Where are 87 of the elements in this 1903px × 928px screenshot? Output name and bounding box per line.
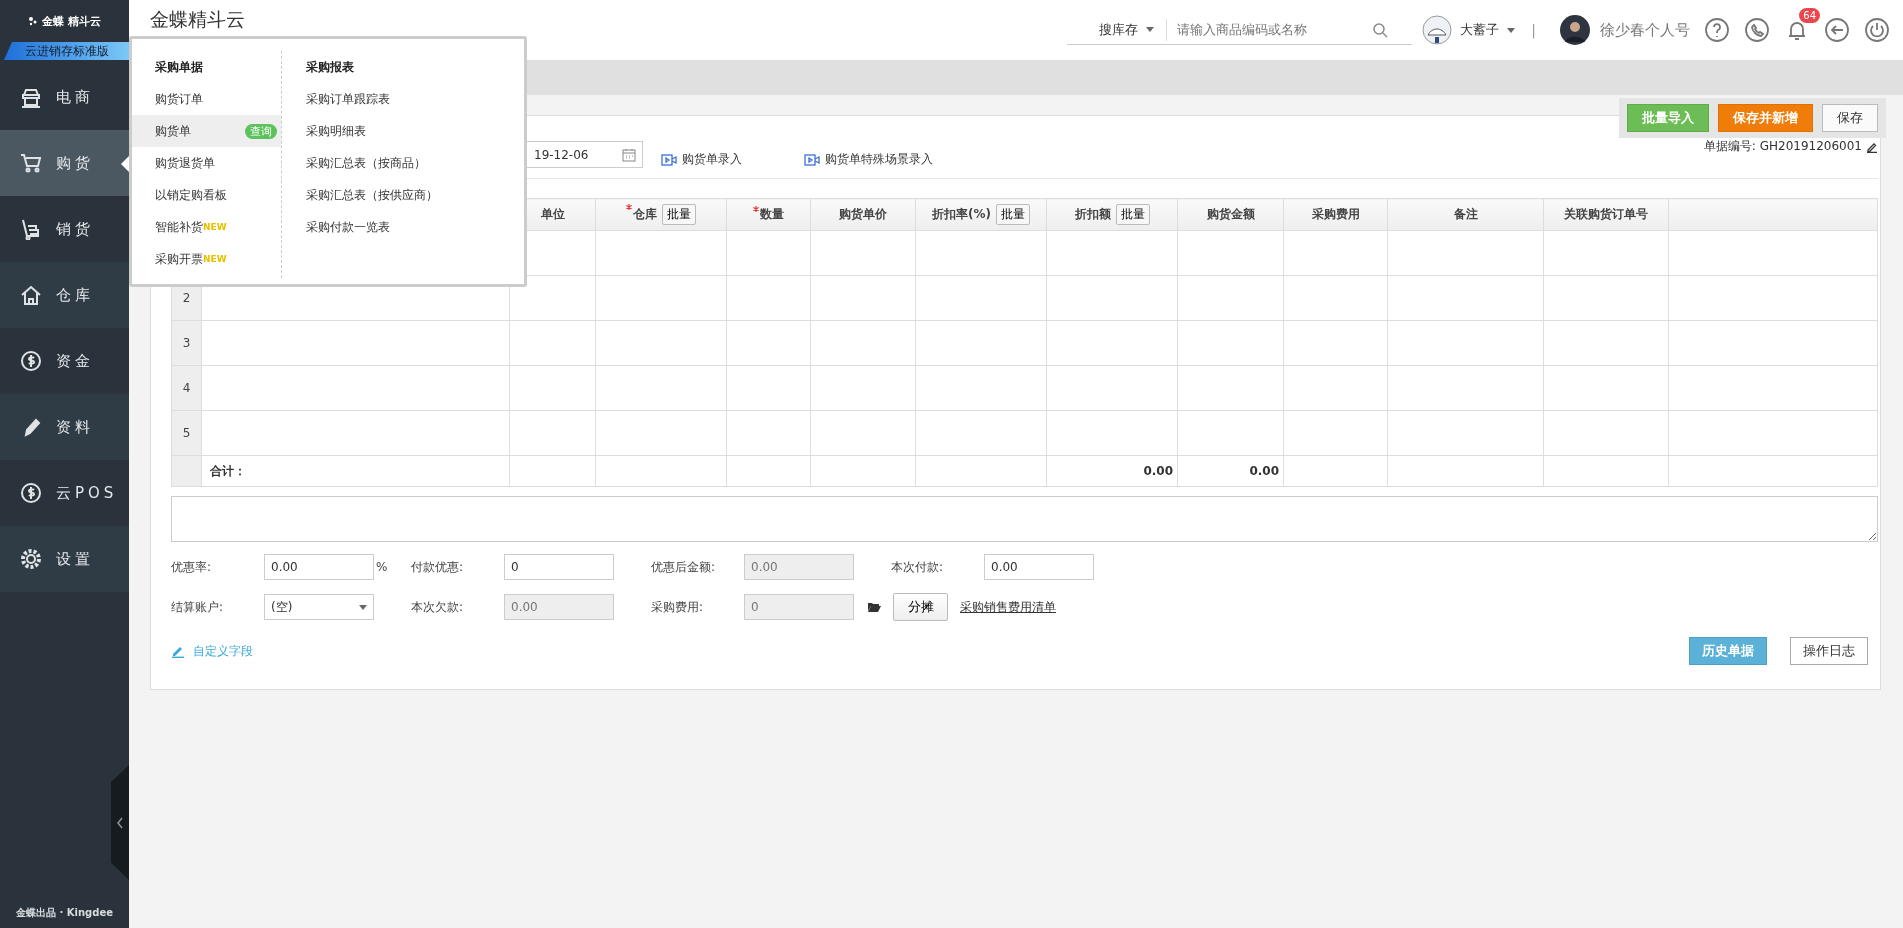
sidebar-item[interactable]: 设置: [0, 526, 129, 592]
total-label: 合计：: [210, 463, 246, 478]
folder-icon[interactable]: [868, 602, 881, 612]
unit-label: %: [375, 560, 389, 574]
column-header: 备注: [1387, 198, 1544, 231]
doc-number: 单据编号: GH20191206001: [1703, 138, 1862, 155]
house-icon: [20, 284, 42, 306]
field-label: 优惠后金额:: [651, 558, 717, 576]
field-label: 优惠率:: [171, 558, 213, 576]
app-title: 金蝶精斗云: [150, 7, 245, 32]
dollar-icon: [20, 482, 42, 504]
total-cell: 0.00: [1046, 455, 1178, 487]
search-icon[interactable]: [1372, 21, 1389, 38]
column-header: 采购费用: [1283, 198, 1388, 231]
input-field[interactable]: 0.00: [504, 594, 614, 620]
field-label: 本次欠款:: [411, 598, 465, 616]
logo-icon: [28, 16, 39, 26]
sidebar-item[interactable]: 资料: [0, 394, 129, 460]
video-icon: [804, 153, 820, 166]
avatar-icon[interactable]: [1560, 15, 1590, 45]
logo-text: 金蝶 精斗云: [42, 13, 101, 29]
menu-item[interactable]: 购货单 查询: [132, 115, 281, 147]
batch-button[interactable]: 批量: [996, 204, 1030, 225]
sidebar-footer: 金蝶出品 · Kingdee: [0, 906, 129, 928]
help-icon[interactable]: [1704, 17, 1730, 43]
caret-icon: [1146, 27, 1155, 32]
user-name[interactable]: 徐少春个人号: [1600, 20, 1690, 40]
video-entry-link[interactable]: 购货单特殊场景录入: [804, 151, 933, 168]
avatar-icon[interactable]: [1422, 15, 1453, 45]
cart-icon: [20, 152, 42, 174]
input-field[interactable]: 0: [504, 554, 614, 580]
edition-ribbon: 云进销存标准版: [4, 42, 129, 60]
input-field[interactable]: 0: [744, 594, 854, 620]
batch-button[interactable]: 批量: [662, 204, 696, 225]
column-header: 仓库 批量: [595, 198, 727, 231]
menu-item[interactable]: 采购汇总表（按商品）: [282, 147, 522, 179]
menu-heading: 采购单据: [154, 59, 204, 76]
calendar-icon[interactable]: [622, 147, 636, 162]
row-number: 5: [171, 410, 202, 456]
column-header: 购货单价: [810, 198, 916, 231]
video-icon: [661, 153, 677, 166]
separator: |: [1531, 22, 1536, 38]
back-icon[interactable]: [1824, 17, 1850, 43]
input-field[interactable]: 0.00: [984, 554, 1094, 580]
video-entry-link[interactable]: 购货单录入: [661, 151, 742, 168]
shop-icon: [20, 86, 42, 108]
column-header: 购货金额: [1177, 198, 1284, 231]
caret-icon: [359, 604, 367, 610]
chevron-left-icon: [116, 816, 124, 829]
menu-heading: 采购报表: [305, 59, 355, 76]
field-label: 采购费用:: [651, 598, 705, 616]
input-field[interactable]: 0.00: [744, 554, 854, 580]
caret-icon: [1507, 27, 1516, 33]
row-number: 3: [171, 320, 202, 366]
column-header: 数量: [726, 198, 811, 231]
input-field[interactable]: 0.00: [264, 554, 374, 580]
column-header: 折扣率(%) 批量: [915, 198, 1047, 231]
field-label: 付款优惠:: [411, 558, 465, 576]
batch-button[interactable]: 批量: [1115, 204, 1150, 225]
column-header: 折扣额 批量: [1046, 198, 1178, 231]
field-label: 结算账户:: [171, 598, 225, 616]
search-scope[interactable]: 搜库存: [1067, 20, 1147, 39]
total-cell: 0.00: [1177, 455, 1284, 487]
expense-list-link[interactable]: 采购销售费用清单: [960, 598, 1056, 616]
account-select[interactable]: (空): [264, 594, 374, 620]
menu-item[interactable]: 购货退货单: [132, 147, 281, 179]
column-header: 关联购货订单号: [1543, 198, 1669, 231]
split-button[interactable]: 分摊: [893, 593, 948, 621]
menu-item[interactable]: 以销定购看板: [132, 179, 281, 211]
account-name[interactable]: 大蓄子: [1460, 21, 1500, 39]
query-badge: 查询: [245, 123, 277, 139]
power-icon[interactable]: [1864, 17, 1890, 43]
phone-icon[interactable]: [1744, 17, 1770, 43]
trolley-icon: [20, 218, 42, 240]
menu-item[interactable]: 采购订单跟踪表: [282, 83, 522, 115]
sidebar-item[interactable]: 仓库: [0, 262, 129, 328]
row-number: 4: [171, 365, 202, 411]
memo-field[interactable]: [171, 496, 1878, 542]
footer-button[interactable]: 操作日志: [1790, 637, 1868, 665]
pencil-icon: [171, 644, 185, 658]
dollar-icon: [20, 350, 42, 372]
action-button[interactable]: 保存: [1822, 104, 1878, 132]
menu-item[interactable]: 购货订单: [132, 83, 281, 115]
sidebar-item[interactable]: 购货: [0, 130, 129, 196]
notification-count: 64: [1799, 8, 1820, 23]
field-label: 本次付款:: [891, 558, 945, 576]
menu-item[interactable]: 采购明细表: [282, 115, 522, 147]
